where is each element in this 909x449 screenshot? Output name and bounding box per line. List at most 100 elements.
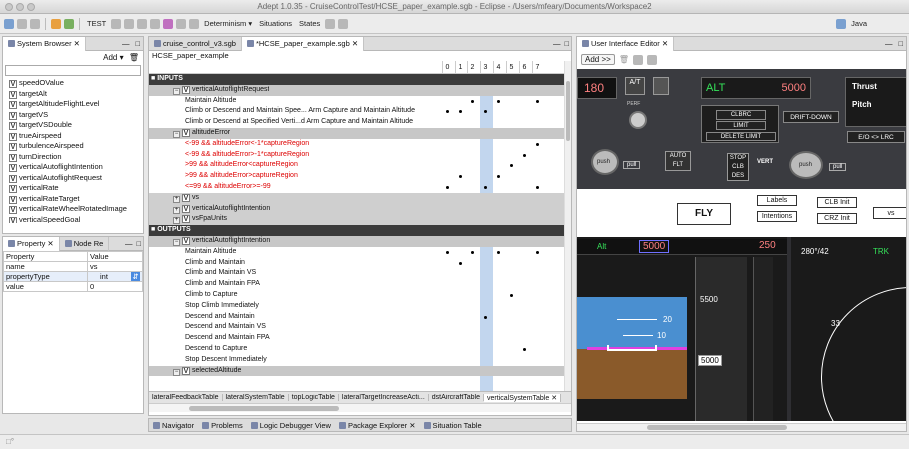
table-row[interactable]: Descend and Maintain VS [149,322,571,333]
eo-lrc-button[interactable]: E/O <> LRC [847,131,905,143]
column-header[interactable]: 7 [532,61,542,74]
truth-dot[interactable] [470,250,474,254]
table-row[interactable]: Stop Descent Immediately [149,355,571,366]
sheet-tab[interactable]: topLogicTable [289,394,339,401]
horizontal-scrollbar[interactable] [149,403,571,412]
labels-button[interactable]: Labels [757,195,797,206]
truth-dot[interactable] [496,250,500,254]
sheet-tab[interactable]: verticalSystemTable ✕ [484,393,562,402]
table-row[interactable]: Descend and Maintain FPA [149,333,571,344]
expand-icon[interactable] [137,18,148,29]
table-row[interactable]: + VverticalAutoflightIntention [149,203,571,215]
zoom-window-button[interactable] [27,3,35,11]
truth-dot[interactable] [445,110,449,114]
expand-toggle-icon[interactable]: + [173,206,180,214]
table-row[interactable]: Climb and Maintain [149,258,571,269]
truth-dot[interactable] [522,347,526,351]
tab-node-re[interactable]: Node Re [60,236,110,251]
column-header[interactable]: 6 [519,61,529,74]
truth-dot[interactable] [483,110,487,114]
truth-dot[interactable] [535,99,539,103]
table-row[interactable]: Climb to Capture [149,290,571,301]
expand-toggle-icon[interactable]: − [173,238,180,246]
tab-property[interactable]: Property ✕ [3,236,60,251]
minimize-icon[interactable]: — [119,39,133,48]
altitude-knob[interactable]: push [789,151,823,179]
list-item[interactable]: VtargetAltitudeFlightLevel [3,99,143,110]
view-tab[interactable]: Package Explorer ✕ [335,421,420,430]
table-row[interactable]: propertyType int ⇵ [2,271,143,282]
limit-button[interactable]: LIMIT [716,121,766,130]
list-item[interactable]: VverticalRate [3,183,143,194]
list-item[interactable]: VverticalRateWheelRotatedImage [3,204,143,215]
table-row[interactable]: <-99 && altitudeError>-1*captureRegion [149,150,571,161]
print-icon[interactable] [30,18,40,29]
ui-horizontal-scrollbar[interactable] [577,423,906,431]
truth-dot[interactable] [470,99,474,103]
clb-init-button[interactable]: CLB Init [817,197,857,208]
tab-hcse-paper-example[interactable]: *HCSE_paper_example.sgb ✕ [241,36,365,51]
fly-button[interactable]: FLY [677,203,731,225]
sheet-tab[interactable]: lateralFeedbackTable [149,394,223,401]
delete-limit-button[interactable]: DELETE LIMIT [706,132,776,141]
column-header[interactable]: 4 [493,61,503,74]
expand-toggle-icon[interactable]: + [173,195,180,203]
debug-icon[interactable] [64,18,74,29]
run-icon[interactable] [51,18,61,29]
forward-icon[interactable] [338,18,349,29]
table-row[interactable]: − ValtitudeError [149,127,571,139]
truth-dot[interactable] [458,261,462,265]
expand-toggle-icon[interactable]: − [173,130,180,138]
maximize-icon[interactable]: □ [562,39,571,48]
list-item[interactable]: VtargetVS [3,110,143,121]
minimize-window-button[interactable] [16,3,24,11]
delete-icon[interactable]: 🗑 [619,55,629,64]
column-header[interactable]: 1 [455,61,465,74]
situations-button[interactable]: Situations [257,19,294,28]
truth-dot[interactable] [445,250,449,254]
layout-icon[interactable] [111,18,122,29]
list-item[interactable]: VtargetVSDouble [3,120,143,131]
property-value[interactable]: vs [87,261,143,272]
list-item[interactable]: VverticalRateTarget [3,194,143,205]
table-row[interactable]: Descend and Maintain [149,312,571,323]
table-row[interactable]: + VvsFpaUnits [149,214,571,226]
list-item[interactable]: VturnDirection [3,152,143,163]
list-item[interactable]: VspeedOValue [3,78,143,89]
back-icon[interactable] [325,18,336,29]
send-back-icon[interactable] [646,54,657,65]
table-row[interactable]: <-99 && altitudeError<-1*captureRegion [149,139,571,150]
table-row[interactable]: Maintain Altitude [149,247,571,258]
property-value[interactable]: 0 [87,281,143,292]
table-row[interactable]: − VverticalAutoflightIntention [149,235,571,247]
grid-icon[interactable] [124,18,135,29]
table-row[interactable]: >99 && altitudeError>captureRegion [149,171,571,182]
speed-knob[interactable]: push [591,149,619,175]
truth-dot[interactable] [445,185,449,189]
expand-toggle-icon[interactable]: + [173,217,180,225]
column-header[interactable]: 5 [506,61,516,74]
auto-flt-button[interactable]: AUTO FLT [665,151,691,171]
truth-dot[interactable] [496,175,500,179]
sheet-tab[interactable]: lateralSystemTable [223,394,289,401]
list-item[interactable]: VverticalAutoflightIntention [3,162,143,173]
add-button[interactable]: Add >> [581,54,615,65]
maximize-icon[interactable]: □ [134,239,143,248]
truth-dot[interactable] [458,175,462,179]
intentions-button[interactable]: Intentions [757,211,797,222]
save-icon[interactable] [17,18,27,29]
stop-clb-des-button[interactable]: STOP CLB DES [727,153,749,181]
minimize-icon[interactable]: — [123,239,135,248]
sheet-tab[interactable]: lateralTargetIncreaseActi... [339,394,429,401]
view-tab[interactable]: Logic Debugger View [247,421,335,430]
list-item[interactable]: VtargetAlt [3,89,143,100]
truth-dot[interactable] [535,250,539,254]
system-browser-search-input[interactable] [5,65,141,76]
table-row[interactable]: − VverticalAutoflightRequest [149,84,571,96]
filter-icon[interactable] [163,18,174,29]
chevron-down-icon[interactable]: ⇵ [131,272,140,281]
table-row[interactable]: Descend to Capture [149,344,571,355]
truth-dot[interactable] [496,99,500,103]
view-tab[interactable]: Problems [198,421,247,430]
list-item[interactable]: VverticalAutoflightRequest [3,173,143,184]
